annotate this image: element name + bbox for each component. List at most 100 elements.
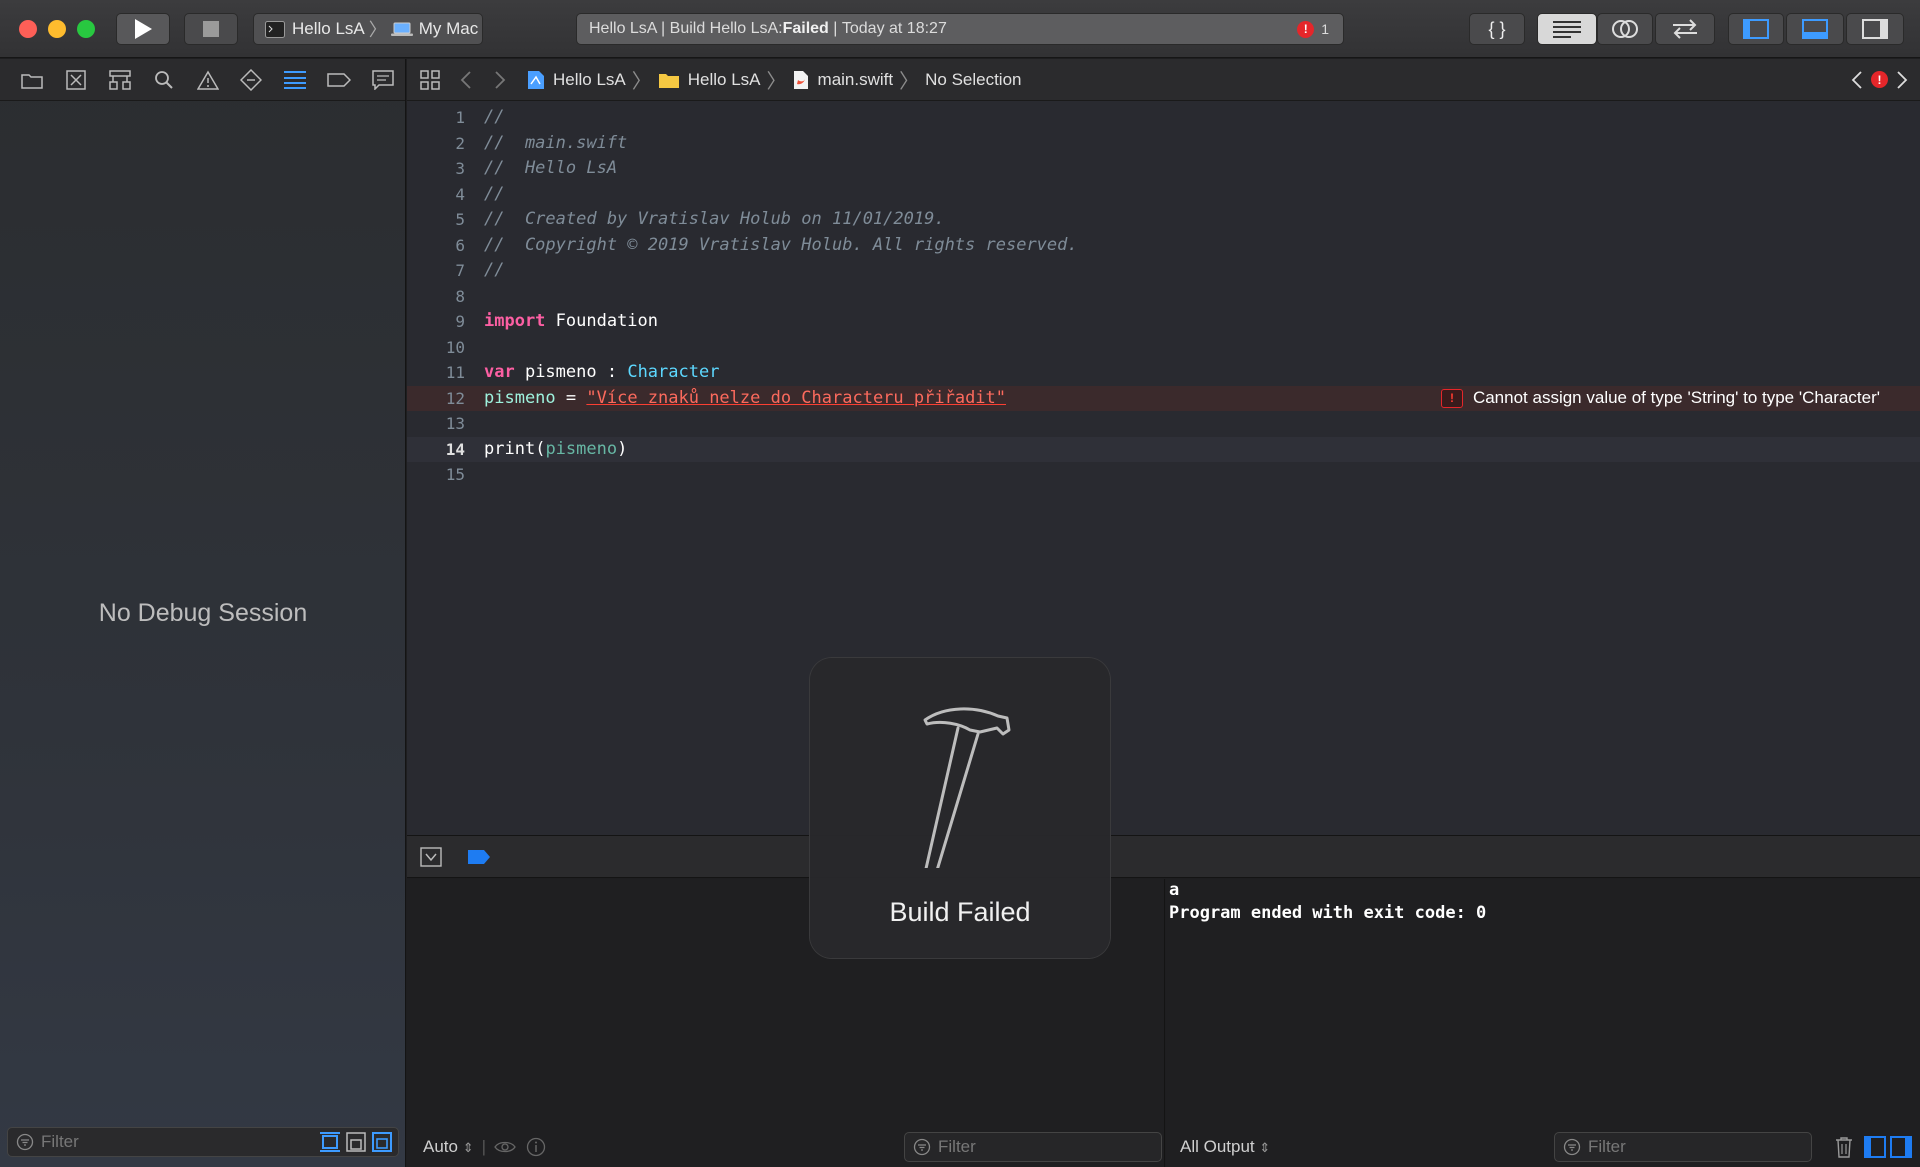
- previous-issue-icon[interactable]: [1851, 70, 1863, 89]
- go-forward-button[interactable]: [483, 70, 517, 89]
- code-line[interactable]: 10: [407, 335, 1920, 361]
- debug-navigator: No Debug Session Filter: [0, 59, 406, 1167]
- build-failed-hud: Build Failed: [810, 658, 1110, 958]
- activity-status: Failed: [782, 20, 829, 37]
- activity-prefix: Hello LsA | Build Hello LsA:: [589, 20, 783, 37]
- code-text: //: [484, 107, 505, 127]
- variables-bottom-bar: Auto ⇕ | Filter: [423, 1127, 1163, 1167]
- assistant-editor-button[interactable]: [1597, 13, 1653, 45]
- variables-scope-popup[interactable]: Auto ⇕: [423, 1137, 474, 1157]
- issue-navigator-tab[interactable]: [186, 59, 230, 101]
- up-down-chevron-icon: ⇕: [462, 1140, 474, 1155]
- inline-error-annotation[interactable]: ! Cannot assign value of type 'String' t…: [1440, 386, 1880, 412]
- breadcrumb-file[interactable]: main.swift: [818, 70, 894, 90]
- folder-icon: [21, 73, 43, 89]
- standard-editor-button[interactable]: [1537, 13, 1597, 45]
- code-text: // Copyright © 2019 Vratislav Holub. All…: [484, 234, 1078, 255]
- toggle-debug-area-button[interactable]: [1786, 13, 1844, 45]
- code-line[interactable]: 6 // Copyright © 2019 Vratislav Holub. A…: [407, 233, 1920, 259]
- line-number: 5: [455, 210, 465, 229]
- console-scope-popup[interactable]: All Output ⇕: [1180, 1137, 1270, 1157]
- line-number: 8: [455, 286, 465, 306]
- next-issue-icon[interactable]: [1896, 70, 1908, 89]
- run-button[interactable]: [116, 13, 170, 45]
- navigator-filter-field[interactable]: Filter: [7, 1127, 399, 1157]
- toggle-navigator-button[interactable]: [1728, 13, 1784, 45]
- console-filter-field[interactable]: Filter: [1554, 1132, 1812, 1162]
- line-number: 4: [455, 184, 465, 204]
- show-variables-icon[interactable]: [1864, 1136, 1886, 1158]
- code-line[interactable]: 5 // Created by Vratislav Holub on 11/01…: [407, 207, 1920, 233]
- close-window-button[interactable]: [19, 20, 37, 38]
- code-line[interactable]: 4 //: [407, 182, 1920, 208]
- punctuation-token: ): [617, 438, 628, 459]
- chevron-right-icon: 〉: [766, 71, 787, 93]
- code-line[interactable]: 8: [407, 284, 1920, 310]
- toggle-inspector-button[interactable]: [1846, 13, 1904, 45]
- breadcrumb-project[interactable]: Hello LsA: [553, 70, 626, 90]
- code-line[interactable]: 11 var pismeno : Character: [407, 360, 1920, 386]
- show-console-icon[interactable]: [1890, 1136, 1912, 1158]
- line-number: 15: [445, 465, 465, 484]
- console-view[interactable]: a Program ended with exit code: 0 All Ou…: [1166, 879, 1920, 1167]
- search-icon: [154, 70, 173, 89]
- message-icon: [372, 69, 394, 90]
- code-line-error[interactable]: 12 pismeno = "Více znaků nelze do Charac…: [407, 385, 1920, 412]
- destination-name: My Mac: [418, 19, 479, 38]
- variables-scope-label: Auto: [423, 1137, 458, 1156]
- find-navigator-tab[interactable]: [142, 59, 186, 101]
- thread-filter-icon[interactable]: [320, 1132, 340, 1152]
- symbol-navigator-tab[interactable]: [98, 59, 142, 101]
- code-review-button[interactable]: { }: [1469, 13, 1525, 45]
- code-line[interactable]: 15: [407, 462, 1920, 488]
- project-navigator-tab[interactable]: [10, 59, 54, 101]
- console-output: a Program ended with exit code: 0: [1169, 880, 1487, 923]
- line-number: 11: [445, 363, 465, 382]
- code-line-current[interactable]: 14 print(pismeno): [407, 436, 1920, 462]
- code-line[interactable]: 7 //: [407, 258, 1920, 284]
- lines-icon: [1553, 21, 1581, 38]
- breadcrumb: Hello LsA 〉 Hello LsA 〉 main.swift 〉 No …: [527, 65, 1022, 94]
- info-icon[interactable]: [526, 1137, 546, 1157]
- code-line[interactable]: 1 //: [407, 105, 1920, 131]
- line-number: 13: [445, 414, 465, 433]
- code-line[interactable]: 2 // main.swift: [407, 131, 1920, 157]
- debug-navigator-tab[interactable]: [273, 59, 317, 101]
- variables-filter-field[interactable]: Filter: [904, 1132, 1162, 1162]
- diamond-icon: [240, 68, 263, 91]
- source-editor[interactable]: 1 // 2 // main.swift 3 // Hello LsA 4 //…: [407, 101, 1920, 835]
- zoom-window-button[interactable]: [77, 20, 95, 38]
- code-line[interactable]: 3 // Hello LsA: [407, 156, 1920, 182]
- breakpoint-navigator-tab[interactable]: [317, 59, 361, 101]
- function-token: print: [484, 438, 536, 459]
- trash-icon[interactable]: [1834, 1136, 1854, 1158]
- line-number: 7: [455, 261, 465, 280]
- related-items-button[interactable]: [411, 69, 449, 90]
- minimize-window-button[interactable]: [48, 20, 66, 38]
- test-navigator-tab[interactable]: [229, 59, 273, 101]
- hide-debug-area-button[interactable]: [420, 847, 442, 872]
- keyword-token: var: [484, 362, 515, 382]
- go-back-button[interactable]: [449, 70, 483, 89]
- source-control-navigator-tab[interactable]: [54, 59, 98, 101]
- activity-viewer[interactable]: Hello LsA | Build Hello LsA: Failed | To…: [576, 13, 1344, 45]
- code-line[interactable]: 13: [407, 411, 1920, 437]
- eye-icon[interactable]: [494, 1140, 516, 1154]
- filter-icon: [1563, 1138, 1581, 1156]
- report-navigator-tab[interactable]: [361, 59, 405, 101]
- breadcrumb-group[interactable]: Hello LsA: [688, 70, 761, 90]
- left-panel-icon: [1743, 19, 1769, 39]
- version-editor-button[interactable]: [1655, 13, 1715, 45]
- breakpoints-toggle-button[interactable]: [467, 849, 491, 870]
- stop-button[interactable]: [184, 13, 238, 45]
- breadcrumb-selection[interactable]: No Selection: [925, 70, 1021, 90]
- scheme-selector[interactable]: Hello LsA 〉 My Mac: [253, 13, 483, 45]
- line-number: 12: [445, 388, 465, 408]
- error-icon: !: [1440, 388, 1463, 408]
- chevron-right-icon: [495, 70, 506, 89]
- error-message: Cannot assign value of type 'String' to …: [1472, 388, 1880, 408]
- code-line[interactable]: 9 import Foundation: [407, 309, 1920, 335]
- crash-filter-icon[interactable]: [372, 1132, 392, 1152]
- error-indicator[interactable]: ! 1: [1297, 20, 1329, 38]
- frames-filter-icon[interactable]: [346, 1132, 366, 1152]
